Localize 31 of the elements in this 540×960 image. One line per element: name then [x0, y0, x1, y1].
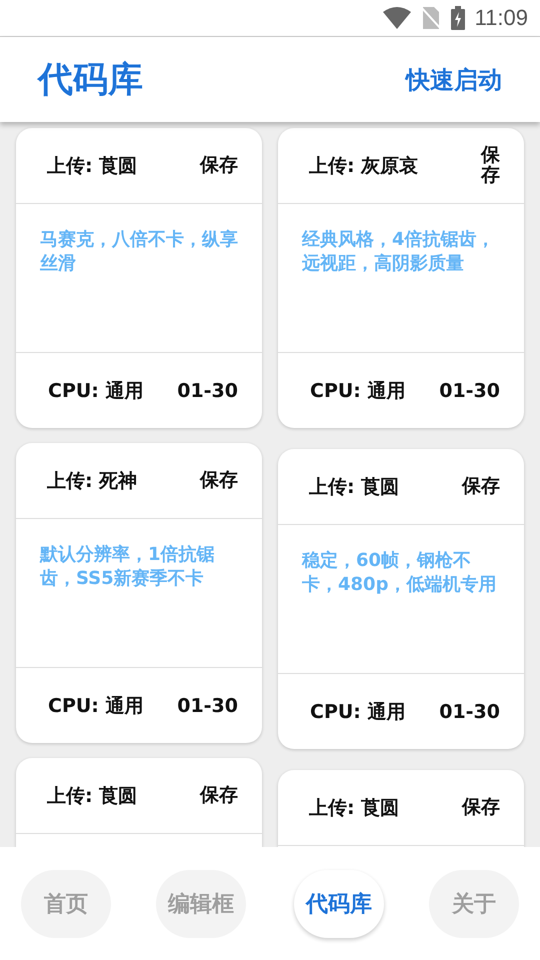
uploader-label: 上传: 莨圆 — [47, 784, 138, 808]
uploader-label: 上传: 莨圆 — [309, 474, 400, 500]
clock-time: 11:09 — [474, 5, 528, 31]
save-button[interactable]: 保存 — [462, 798, 500, 818]
save-button[interactable]: 保存 — [200, 156, 238, 176]
uploader-label: 上传: 莨圆 — [47, 154, 138, 178]
date-label: 01-30 — [177, 694, 238, 716]
quick-start-button[interactable]: 快速启动 — [406, 64, 502, 96]
no-sim-icon — [420, 7, 441, 29]
cpu-label: CPU: 通用 — [48, 378, 144, 404]
date-label: 01-30 — [177, 380, 238, 402]
cpu-label: CPU: 通用 — [310, 700, 406, 724]
cpu-label: CPU: 通用 — [310, 378, 406, 404]
page-title: 代码库 — [38, 59, 143, 102]
code-description: 马赛克，八倍不卡，纵享丝滑 — [40, 229, 238, 274]
date-label: 01-30 — [439, 700, 500, 722]
nav-tab[interactable]: 代码库 — [294, 870, 384, 938]
code-description: 经典风格，4倍抗锯齿，远视距，高阴影质量 — [302, 229, 495, 274]
date-label: 01-30 — [439, 380, 500, 402]
save-button[interactable]: 保存 — [200, 470, 238, 490]
code-description: 默认分辨率，1倍抗锯齿，SS5新赛季不卡 — [40, 544, 215, 589]
uploader-label: 上传: 灰原哀 — [309, 154, 418, 178]
uploader-label: 上传: 莨圆 — [309, 796, 400, 820]
cpu-label: CPU: 通用 — [48, 694, 144, 718]
uploader-label: 上传: 死神 — [47, 468, 138, 494]
save-button[interactable]: 保存 — [200, 786, 238, 806]
wifi-icon — [382, 7, 411, 29]
save-button[interactable]: 保存 — [481, 146, 500, 186]
save-button[interactable]: 保存 — [462, 476, 500, 496]
battery-charging-icon — [450, 6, 465, 30]
code-description: 稳定，60帧，钢枪不卡，480p，低端机专用 — [302, 550, 496, 595]
